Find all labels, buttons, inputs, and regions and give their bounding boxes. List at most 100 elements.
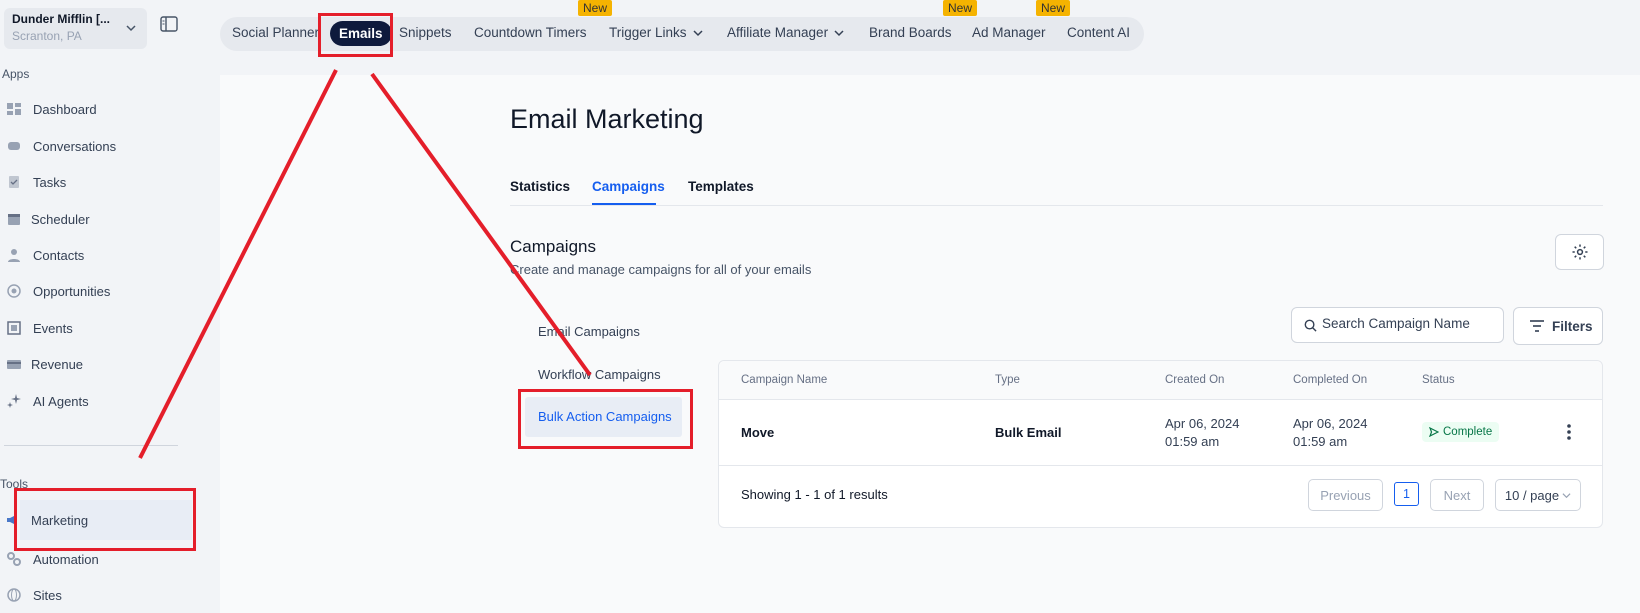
sidebar-item-revenue[interactable]: Revenue <box>0 349 192 379</box>
chat-icon <box>8 142 20 150</box>
created-time: 01:59 am <box>1165 434 1220 449</box>
active-tab-indicator <box>592 203 656 205</box>
dashboard-icon <box>7 103 21 115</box>
completed-on: Apr 06, 2024 01:59 am <box>1293 415 1367 451</box>
sidebar-collapse-icon[interactable] <box>160 16 178 32</box>
sidebar-item-label: Conversations <box>33 138 117 154</box>
tab-social-planner[interactable]: Social Planner <box>232 25 319 40</box>
calendar-icon <box>8 214 20 225</box>
link-email-campaigns[interactable]: Email Campaigns <box>538 324 640 339</box>
tab-ad-manager[interactable]: Ad Manager <box>972 25 1046 40</box>
location-switcher[interactable]: Dunder Mifflin [... Scranton, PA <box>4 8 147 49</box>
section-title: Campaigns <box>510 237 596 256</box>
target-icon <box>7 284 21 298</box>
sidebar-item-events[interactable]: Events <box>0 313 192 343</box>
event-icon <box>7 321 21 335</box>
tab-snippets[interactable]: Snippets <box>399 25 452 40</box>
next-button[interactable]: Next <box>1430 479 1484 511</box>
sidebar-item-label: Dashboard <box>33 101 97 117</box>
status-label: Complete <box>1443 426 1493 438</box>
sidebar-divider <box>4 445 178 446</box>
column-header[interactable]: Type <box>995 374 1020 386</box>
sidebar-item-sites[interactable]: Sites <box>0 580 192 610</box>
gear-icon <box>1572 244 1587 260</box>
sidebar-item-ai-agents[interactable]: AI Agents <box>0 386 192 416</box>
filters-label: Filters <box>1552 318 1593 334</box>
sidebar-item-label: AI Agents <box>33 393 89 409</box>
tab-templates[interactable]: Templates <box>688 179 754 194</box>
column-header[interactable]: Created On <box>1165 374 1224 386</box>
filters-button[interactable]: Filters <box>1513 307 1603 345</box>
sidebar-item-tasks[interactable]: Tasks <box>0 167 192 197</box>
column-header[interactable]: Status <box>1422 374 1455 386</box>
sidebar-item-contacts[interactable]: Contacts <box>0 240 192 270</box>
chevron-down-icon <box>834 29 844 36</box>
sidebar-item-label: Scheduler <box>31 211 90 227</box>
apps-section-label: Apps <box>2 67 30 81</box>
task-icon <box>9 176 19 188</box>
sidebar-item-scheduler[interactable]: Scheduler <box>0 204 192 234</box>
new-badge: New <box>943 0 978 16</box>
page-title: Email Marketing <box>510 104 704 134</box>
page-number[interactable]: 1 <box>1394 482 1419 506</box>
column-header[interactable]: Campaign Name <box>741 374 827 386</box>
tab-label: Trigger Links <box>609 25 687 40</box>
campaign-type: Bulk Email <box>995 425 1062 440</box>
created-date: Apr 06, 2024 <box>1165 416 1240 431</box>
section-description: Create and manage campaigns for all of y… <box>510 262 812 277</box>
sparkle-icon <box>7 394 21 408</box>
status-badge: Complete <box>1422 422 1500 442</box>
tab-statistics[interactable]: Statistics <box>510 179 570 194</box>
main-panel <box>220 75 1640 613</box>
chevron-down-icon <box>126 25 136 32</box>
completed-time: 01:59 am <box>1293 434 1348 449</box>
annotation-box-marketing <box>14 488 196 551</box>
page-size-select[interactable]: 10 / page <box>1495 479 1581 511</box>
sidebar-item-label: Tasks <box>33 174 67 190</box>
chevron-down-icon <box>1562 492 1571 498</box>
search-input[interactable] <box>1322 316 1497 331</box>
gears-icon <box>7 552 21 566</box>
filter-icon <box>1530 320 1544 332</box>
tab-content-ai[interactable]: Content AI <box>1067 25 1130 40</box>
campaigns-table: Campaign Name Type Created On Completed … <box>718 360 1603 528</box>
chevron-down-icon <box>693 29 703 36</box>
sidebar-item-dashboard[interactable]: Dashboard <box>0 94 192 124</box>
sidebar-item-opportunities[interactable]: Opportunities <box>0 276 192 306</box>
sidebar-item-label: Opportunities <box>33 283 111 299</box>
search-icon <box>1304 319 1317 332</box>
tab-campaigns[interactable]: Campaigns <box>592 179 665 194</box>
column-header[interactable]: Completed On <box>1293 374 1367 386</box>
more-options-icon[interactable] <box>1564 422 1574 442</box>
sidebar-item-label: Contacts <box>33 247 85 263</box>
completed-date: Apr 06, 2024 <box>1293 416 1368 431</box>
sidebar-item-label: Automation <box>33 551 99 567</box>
results-summary: Showing 1 - 1 of 1 results <box>741 487 888 502</box>
sidebar-item-label: Events <box>33 320 73 336</box>
campaign-name[interactable]: Move <box>741 425 774 440</box>
tab-affiliate-manager[interactable]: Affiliate Manager <box>727 25 844 40</box>
tab-countdown-timers[interactable]: Countdown Timers <box>474 25 587 40</box>
person-icon <box>8 249 20 262</box>
annotation-box-emails <box>318 13 393 57</box>
sidebar-item-conversations[interactable]: Conversations <box>0 131 192 161</box>
tabs-divider <box>510 205 1603 206</box>
annotation-box-bulk-action <box>518 389 693 449</box>
tab-trigger-links[interactable]: Trigger Links <box>609 25 703 40</box>
sidebar-item-label: Sites <box>33 587 62 603</box>
search-box <box>1291 307 1504 343</box>
globe-icon <box>7 588 21 602</box>
tab-label: Affiliate Manager <box>727 25 829 40</box>
new-badge: New <box>578 0 613 16</box>
send-icon <box>1429 427 1439 437</box>
previous-button[interactable]: Previous <box>1308 479 1383 511</box>
settings-button[interactable] <box>1555 234 1604 270</box>
table-header: Campaign Name Type Created On Completed … <box>719 361 1602 400</box>
created-on: Apr 06, 2024 01:59 am <box>1165 415 1239 451</box>
tab-brand-boards[interactable]: Brand Boards <box>869 25 952 40</box>
link-workflow-campaigns[interactable]: Workflow Campaigns <box>538 367 661 382</box>
sidebar-item-label: Revenue <box>31 356 84 372</box>
card-icon <box>7 360 21 369</box>
page-size-value: 10 / page <box>1504 487 1560 503</box>
table-row[interactable]: Move Bulk Email Apr 06, 2024 01:59 am Ap… <box>719 400 1602 466</box>
